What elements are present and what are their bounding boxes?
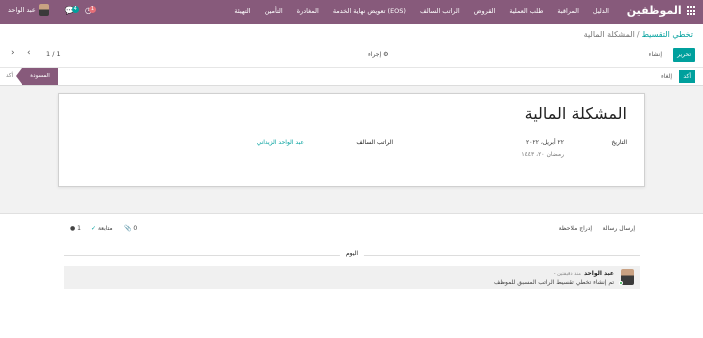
followers-button[interactable]: ● 1 (70, 225, 81, 232)
day-label: اليوم (339, 250, 365, 257)
menu-item-insurance[interactable]: التأمين (265, 7, 283, 15)
menu-item-salary-advance[interactable]: الراتب السالف (420, 7, 460, 15)
activity-count-badge: 1 (88, 5, 97, 13)
pager-next-icon[interactable]: › (11, 48, 15, 58)
check-icon: ✓ (91, 225, 97, 232)
menu-item-configuration[interactable]: التهيئة (234, 7, 250, 15)
breadcrumb: تخطي التقسيط / المشكلة المالية (584, 30, 693, 39)
confirm-button[interactable]: أكد (679, 70, 695, 83)
pager-value[interactable]: 1 / 1 (46, 50, 61, 58)
chatter-topbar: إرسال رسالة إدراج ملاحظة 📎 0 ✓ متابعة ● … (0, 222, 703, 238)
date-label: التاريخ (611, 139, 627, 146)
chatter-message: عبد الواحد - منذ دقيقتين تم إنشاء تخطي ت… (64, 266, 640, 289)
hijri-date-value: رمضان ٢٠، ١٤٤٣ (521, 151, 564, 158)
statusbar: أكد إلغاء المسودة أكد (0, 68, 703, 86)
follow-button[interactable]: ✓ متابعة (91, 225, 113, 232)
message-body: تم إنشاء تخطي تقسيط الراتب المسبق للموظف (493, 279, 614, 286)
stage-draft[interactable]: المسودة (16, 68, 58, 85)
record-title: المشكلة المالية (524, 104, 627, 123)
control-panel: تخطي التقسيط / المشكلة المالية تحرير إنش… (0, 24, 703, 68)
send-message-button[interactable]: إرسال رسالة (603, 225, 635, 232)
message-author[interactable]: عبد الواحد (584, 270, 614, 277)
user-avatar (38, 4, 49, 16)
stage-confirmed[interactable]: أكد (6, 68, 13, 85)
cancel-button[interactable]: إلغاء (661, 70, 672, 83)
user-menu[interactable]: عبد الواحد (8, 4, 49, 16)
action-menu[interactable]: إجراء ⚙ (368, 51, 389, 58)
message-count-badge: 4 (71, 5, 79, 13)
attachment-count: 0 (133, 225, 138, 232)
log-note-button[interactable]: إدراج ملاحظة (559, 225, 592, 232)
date-value: ٢٢ أبريل، ٢٠٢٢ (526, 139, 564, 146)
user-icon: ● (70, 225, 76, 232)
main-menu: الدليل المراقبة طلب العملية القروض الرات… (234, 7, 609, 15)
activity-menu[interactable]: ◷1 (85, 5, 97, 15)
create-button[interactable]: إنشاء (645, 48, 666, 62)
systray: عبد الواحد 💬4 ◷1 (8, 4, 97, 16)
messaging-menu[interactable]: 💬4 (65, 5, 79, 15)
attachments-button[interactable]: 📎 0 (124, 225, 137, 232)
apps-menu-icon[interactable] (686, 6, 695, 15)
menu-item-loans[interactable]: القروض (474, 7, 496, 15)
menu-item-directory[interactable]: الدليل (593, 7, 609, 15)
breadcrumb-separator: / (636, 30, 640, 39)
pager-previous-icon[interactable]: ‹ (27, 48, 31, 58)
salary-advance-label: الراتب السالف (356, 139, 393, 146)
menu-item-monitoring[interactable]: المراقبة (557, 7, 579, 15)
app-name: الموظفين (626, 4, 682, 17)
menu-item-departure[interactable]: المغادرة (297, 7, 319, 15)
message-time: - منذ دقيقتين (553, 270, 581, 277)
online-status-icon (619, 281, 623, 285)
paperclip-icon: 📎 (124, 225, 132, 232)
top-navbar: الموظفين الدليل المراقبة طلب العملية الق… (0, 0, 703, 24)
breadcrumb-current: المشكلة المالية (583, 30, 635, 39)
menu-item-eos[interactable]: تعويض نهاية الخدمة (EOS) (333, 7, 406, 15)
action-label: إجراء (368, 51, 382, 58)
menu-item-operation-request[interactable]: طلب العملية (509, 7, 543, 15)
breadcrumb-parent[interactable]: تخطي التقسيط (642, 30, 693, 39)
follower-count: 1 (77, 225, 81, 232)
gear-icon: ⚙ (383, 51, 389, 58)
day-separator: اليوم (64, 250, 640, 260)
user-name: عبد الواحد (8, 6, 36, 14)
app-brand[interactable]: الموظفين (627, 4, 695, 17)
salary-advance-value[interactable]: عبد الواحد الزيداني (257, 139, 304, 146)
edit-button[interactable]: تحرير (673, 48, 695, 62)
follow-label: متابعة (97, 225, 113, 232)
form-sheet: المشكلة المالية التاريخ ٢٢ أبريل، ٢٠٢٢ ر… (58, 93, 645, 187)
